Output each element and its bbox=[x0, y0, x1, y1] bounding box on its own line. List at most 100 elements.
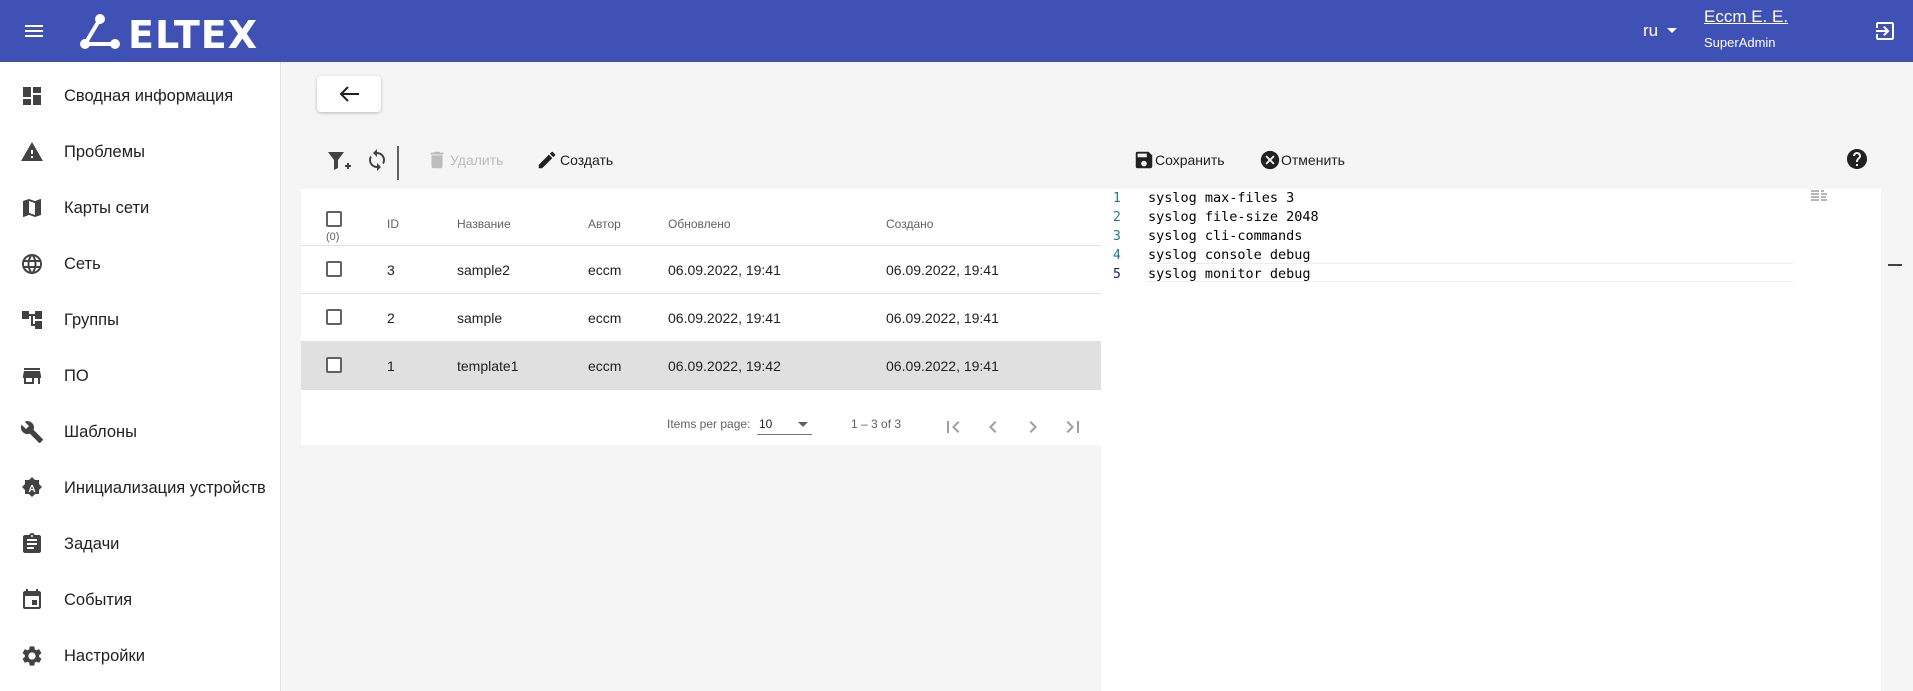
items-per-page-value: 10 bbox=[759, 417, 773, 431]
select-all-checkbox[interactable] bbox=[326, 211, 342, 227]
row-checkbox[interactable] bbox=[326, 261, 342, 277]
cell-name: sample2 bbox=[457, 262, 510, 278]
cell-updated: 06.09.2022, 19:42 bbox=[668, 358, 781, 374]
cancel-label: Отменить bbox=[1281, 152, 1345, 168]
pencil-icon bbox=[538, 151, 556, 169]
column-header-name[interactable]: Название bbox=[457, 217, 511, 231]
code-line[interactable]: syslog max-files 3 bbox=[1148, 190, 1294, 206]
cell-author: eccm bbox=[588, 310, 622, 326]
sidebar-item-network[interactable]: Сеть bbox=[0, 236, 280, 292]
dashboard-icon bbox=[23, 87, 41, 105]
chevron-down-icon[interactable] bbox=[1667, 28, 1677, 33]
table-row[interactable]: 3 sample2 eccm 06.09.2022, 19:41 06.09.2… bbox=[301, 245, 1101, 293]
map-icon bbox=[23, 199, 41, 217]
line-number: 5 bbox=[1113, 267, 1121, 282]
gear-icon bbox=[22, 646, 42, 666]
row-checkbox[interactable] bbox=[326, 357, 342, 373]
cell-name: template1 bbox=[457, 358, 519, 374]
selected-count: (0) bbox=[326, 231, 340, 243]
top-app-bar: ELTEX ru Eccm E. E. SuperAdmin bbox=[0, 0, 1913, 62]
column-header-created[interactable]: Создано bbox=[886, 217, 933, 231]
cell-id: 2 bbox=[387, 310, 395, 326]
code-line[interactable]: syslog console debug bbox=[1148, 247, 1311, 263]
sidebar-item-label: Шаблоны bbox=[64, 422, 137, 441]
warning-icon bbox=[21, 142, 43, 161]
cell-name: sample bbox=[457, 310, 503, 326]
cell-created: 06.09.2022, 19:41 bbox=[886, 262, 999, 278]
toolbar-divider bbox=[397, 146, 399, 180]
sidebar-item-groups[interactable]: Группы bbox=[0, 292, 280, 348]
sidebar-item-label: Инициализация устройств bbox=[64, 478, 266, 497]
minimap[interactable] bbox=[1811, 189, 1833, 203]
line-number: 4 bbox=[1113, 248, 1121, 263]
back-button[interactable] bbox=[317, 76, 381, 112]
filter-add-icon[interactable] bbox=[326, 149, 352, 175]
trash-icon bbox=[430, 151, 444, 169]
line-number: 3 bbox=[1113, 229, 1121, 244]
logout-icon[interactable] bbox=[1873, 19, 1897, 43]
column-header-author[interactable]: Автор bbox=[588, 217, 621, 231]
sidebar-item-label: Сводная информация bbox=[64, 86, 234, 105]
save-button[interactable]: Сохранить bbox=[1133, 148, 1225, 172]
next-page-icon[interactable] bbox=[1021, 415, 1045, 439]
create-label: Создать bbox=[560, 152, 614, 168]
sidebar-item-events[interactable]: События bbox=[0, 572, 280, 628]
chevron-down-icon bbox=[798, 422, 808, 427]
items-per-page-select[interactable]: 10 bbox=[757, 411, 812, 435]
code-line[interactable]: syslog monitor debug bbox=[1148, 266, 1311, 282]
sidebar: Сводная информация Проблемы Карты сети С… bbox=[0, 62, 281, 691]
sidebar-item-label: Задачи bbox=[64, 534, 120, 553]
previous-page-icon[interactable] bbox=[981, 415, 1005, 439]
last-page-icon[interactable] bbox=[1061, 415, 1085, 439]
sidebar-item-label: События bbox=[64, 590, 133, 609]
line-number: 2 bbox=[1113, 210, 1121, 225]
first-page-icon[interactable] bbox=[941, 415, 965, 439]
sidebar-item-problems[interactable]: Проблемы bbox=[0, 124, 280, 180]
cell-author: eccm bbox=[588, 262, 622, 278]
sidebar-item-templates[interactable]: Шаблоны bbox=[0, 404, 280, 460]
code-line[interactable]: syslog file-size 2048 bbox=[1148, 209, 1319, 225]
store-icon bbox=[23, 368, 41, 384]
sidebar-item-label: Проблемы bbox=[64, 142, 145, 161]
language-select[interactable]: ru bbox=[1643, 21, 1658, 41]
sidebar-item-label: Карты сети bbox=[64, 198, 150, 217]
menu-icon[interactable] bbox=[22, 19, 46, 43]
templates-table: (0) ID Название Автор Обновлено Создано … bbox=[301, 189, 1101, 445]
scrollbar-marker[interactable] bbox=[1888, 264, 1902, 266]
table-bottom-divider bbox=[301, 389, 1101, 390]
cell-updated: 06.09.2022, 19:41 bbox=[668, 310, 781, 326]
help-icon[interactable] bbox=[1845, 147, 1869, 171]
user-role: SuperAdmin bbox=[1704, 35, 1776, 50]
main-content: Удалить Создать Сохранить Отменить (0) I… bbox=[281, 62, 1913, 691]
hierarchy-icon bbox=[22, 311, 42, 329]
row-checkbox[interactable] bbox=[326, 309, 342, 325]
clipboard-icon bbox=[23, 533, 41, 553]
sidebar-item-label: Группы bbox=[64, 310, 119, 329]
code-editor[interactable]: 1 syslog max-files 3 2 syslog file-size … bbox=[1101, 189, 1881, 691]
code-line[interactable]: syslog cli-commands bbox=[1148, 228, 1302, 244]
delete-label: Удалить bbox=[450, 152, 504, 168]
column-header-id[interactable]: ID bbox=[387, 217, 399, 231]
arrow-left-icon bbox=[339, 86, 359, 102]
sidebar-item-label: Сеть bbox=[64, 254, 101, 273]
sidebar-item-software[interactable]: ПО bbox=[0, 348, 280, 404]
table-row[interactable]: 2 sample eccm 06.09.2022, 19:41 06.09.20… bbox=[301, 293, 1101, 341]
refresh-icon[interactable] bbox=[365, 148, 389, 172]
line-number: 1 bbox=[1113, 191, 1121, 206]
create-button[interactable]: Создать bbox=[536, 148, 613, 172]
cancel-button[interactable]: Отменить bbox=[1259, 148, 1345, 172]
wrench-icon bbox=[20, 421, 43, 443]
save-icon bbox=[1135, 151, 1153, 169]
cell-created: 06.09.2022, 19:41 bbox=[886, 310, 999, 326]
delete-button[interactable]: Удалить bbox=[426, 148, 503, 172]
sidebar-item-network-maps[interactable]: Карты сети bbox=[0, 180, 280, 236]
save-label: Сохранить bbox=[1155, 152, 1225, 168]
sidebar-item-tasks[interactable]: Задачи bbox=[0, 516, 280, 572]
sidebar-item-device-init[interactable]: A Инициализация устройств bbox=[0, 460, 280, 516]
sidebar-item-settings[interactable]: Настройки bbox=[0, 628, 280, 684]
cell-id: 3 bbox=[387, 262, 395, 278]
table-row-selected[interactable]: 1 template1 eccm 06.09.2022, 19:42 06.09… bbox=[301, 341, 1101, 389]
column-header-updated[interactable]: Обновлено bbox=[668, 217, 731, 231]
user-name-link[interactable]: Eccm E. E. bbox=[1704, 7, 1788, 27]
sidebar-item-dashboard[interactable]: Сводная информация bbox=[0, 68, 280, 124]
